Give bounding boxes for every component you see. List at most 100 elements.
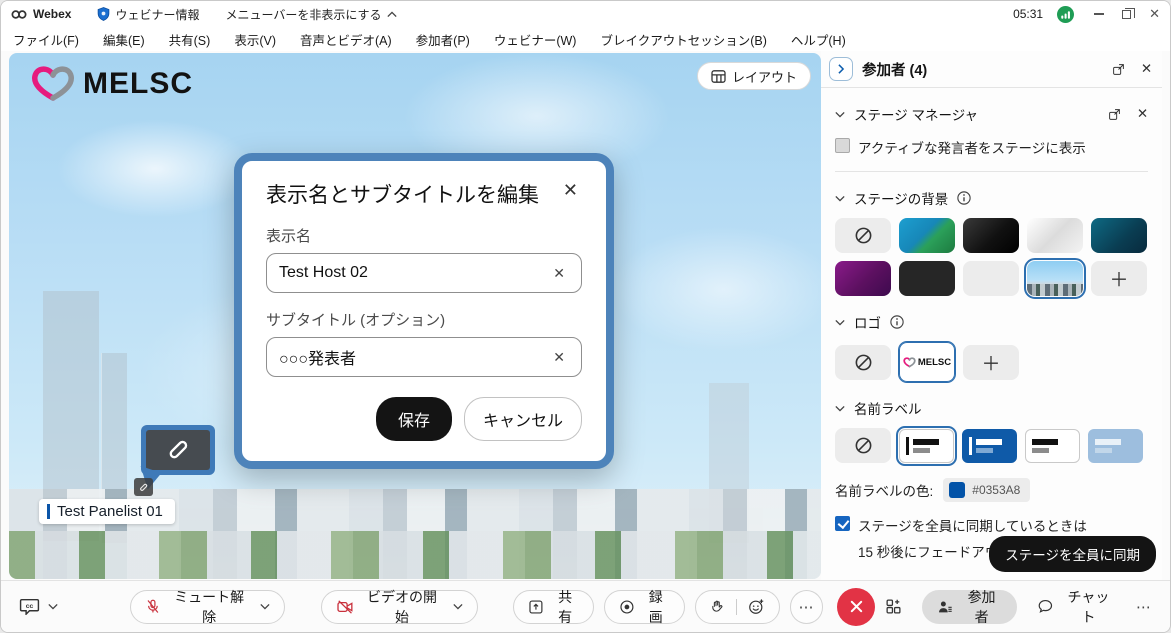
webex-window: Webex ウェビナー情報 メニューバーを非表示にする 05:31 ✕ ファイル…	[0, 0, 1171, 633]
menu-help[interactable]: ヘルプ(H)	[791, 30, 846, 49]
menu-audio-video[interactable]: 音声とビデオ(A)	[300, 30, 392, 49]
chevron-down-icon	[835, 405, 845, 412]
logo-option-melsc-selected[interactable]: MELSC	[899, 342, 955, 382]
background-option-green-gradient[interactable]	[899, 218, 955, 253]
reactions-group	[695, 590, 780, 624]
background-section-header[interactable]: ステージの背景	[835, 188, 1148, 208]
reactions-smiley-icon[interactable]	[748, 598, 765, 615]
leave-meeting-button[interactable]	[837, 588, 875, 626]
cancel-button[interactable]: キャンセル	[464, 397, 582, 441]
name-label-accent-bar	[47, 504, 50, 519]
name-label-option-blue-bar[interactable]	[962, 429, 1017, 463]
connection-quality-icon[interactable]	[1057, 6, 1074, 23]
menu-webinar[interactable]: ウェビナー(W)	[494, 30, 577, 49]
logo-option-none[interactable]	[835, 345, 891, 380]
raise-hand-icon[interactable]	[710, 599, 725, 615]
menu-share[interactable]: 共有(S)	[169, 30, 211, 49]
add-logo-button[interactable]: ＋	[963, 345, 1019, 380]
record-label: 録画	[642, 587, 670, 627]
background-option-light-gray[interactable]	[963, 261, 1019, 296]
layout-button[interactable]: レイアウト	[697, 62, 811, 90]
subtitle-input[interactable]	[279, 348, 549, 366]
edit-name-callout[interactable]	[141, 425, 215, 475]
name-label-section-header[interactable]: 名前ラベル	[835, 398, 1148, 418]
stage-video-area: MELSC レイアウト 表示名とサブタイトルを編集 ✕ 表示名 ✕ サブタイトル…	[9, 53, 821, 579]
hide-menubar-button[interactable]: メニューバーを非表示にする	[225, 6, 396, 23]
close-window-button[interactable]: ✕	[1149, 6, 1160, 22]
menu-file[interactable]: ファイル(F)	[13, 30, 79, 49]
unmute-button[interactable]: ミュート解除	[130, 590, 285, 624]
name-label-option-translucent[interactable]	[1088, 429, 1143, 463]
sync-fade-line1: ステージを全員に同期しているときは	[858, 515, 1087, 535]
stage-brand-text: MELSC	[83, 67, 193, 101]
popout-panel-icon[interactable]	[1112, 63, 1125, 76]
background-option-cityscape-selected[interactable]	[1027, 261, 1083, 296]
close-panel-icon[interactable]: ✕	[1141, 61, 1152, 77]
name-label-option-light-no-bar[interactable]	[1025, 429, 1080, 463]
display-name-input[interactable]	[279, 264, 549, 282]
active-speaker-checkbox[interactable]	[835, 138, 850, 153]
sync-stage-button[interactable]: ステージを全員に同期	[989, 536, 1156, 572]
minimize-button[interactable]	[1094, 13, 1104, 15]
control-toolbar: cc ミュート解除 ビデオの開始 共有 録画	[1, 580, 1170, 632]
camera-off-icon	[336, 599, 354, 615]
logo-options-row: MELSC ＋	[835, 342, 1148, 382]
apps-button[interactable]	[885, 598, 902, 615]
chevron-down-icon	[48, 603, 58, 610]
popout-stage-manager-icon[interactable]	[1108, 108, 1121, 121]
menu-view[interactable]: 表示(V)	[234, 30, 276, 49]
menu-breakout[interactable]: ブレイクアウトセッション(B)	[600, 30, 766, 49]
layout-button-label: レイアウト	[732, 67, 797, 86]
color-hex-value: #0353A8	[972, 483, 1020, 497]
closed-captions-button[interactable]: cc	[19, 598, 58, 615]
webex-logo-icon	[11, 9, 27, 20]
more-options-button[interactable]: ⋯	[790, 590, 824, 624]
participants-toggle-button[interactable]: 参加者	[922, 590, 1017, 624]
chat-button[interactable]: チャット	[1037, 587, 1116, 627]
stage-manager-header[interactable]: ステージ マネージャ ✕	[835, 104, 1148, 124]
webex-app-name: Webex	[33, 7, 71, 21]
name-label-option-none[interactable]	[835, 428, 891, 463]
background-option-teal-gradient[interactable]	[1091, 218, 1147, 253]
close-stage-manager-icon[interactable]: ✕	[1137, 106, 1148, 122]
subtitle-field-wrap: ✕	[266, 337, 582, 377]
name-label-option-light-bar-selected[interactable]	[899, 429, 954, 463]
record-button[interactable]: 録画	[604, 590, 685, 624]
melsc-heart-icon	[903, 357, 916, 368]
save-button[interactable]: 保存	[376, 397, 452, 441]
name-label-options-row	[835, 428, 1148, 463]
background-option-none[interactable]	[835, 218, 891, 253]
info-icon[interactable]	[890, 315, 904, 329]
dialog-title: 表示名とサブタイトルを編集	[266, 179, 539, 209]
chevron-down-icon	[835, 111, 845, 118]
more-options-icon: ⋯	[799, 598, 815, 616]
more-panels-button[interactable]: ⋯	[1136, 598, 1152, 616]
active-speaker-checkbox-row[interactable]: アクティブな発言者をステージに表示	[835, 137, 1148, 157]
menu-participants[interactable]: 参加者(P)	[416, 30, 470, 49]
participants-panel: 参加者 (4) ✕ ステージ マネージャ ✕	[821, 51, 1162, 580]
name-label-color-picker[interactable]: #0353A8	[943, 478, 1030, 502]
clear-subtitle-icon[interactable]: ✕	[549, 347, 569, 368]
menu-edit[interactable]: 編集(E)	[103, 30, 145, 49]
close-x-icon	[849, 599, 864, 614]
collapse-panel-button[interactable]	[829, 57, 853, 81]
logo-section-header[interactable]: ロゴ	[835, 312, 1148, 332]
add-background-button[interactable]: ＋	[1091, 261, 1147, 296]
restore-window-button[interactable]	[1122, 10, 1131, 19]
start-video-button[interactable]: ビデオの開始	[321, 590, 478, 624]
background-option-dark-gray[interactable]	[899, 261, 955, 296]
clear-display-name-icon[interactable]: ✕	[549, 263, 569, 284]
melsc-heart-icon	[31, 65, 75, 103]
participants-icon	[937, 599, 954, 615]
webinar-info-button[interactable]: ウェビナー情報	[97, 6, 199, 23]
block-icon	[854, 436, 873, 455]
share-button[interactable]: 共有	[513, 590, 594, 624]
plus-icon: ＋	[1109, 265, 1128, 292]
dialog-close-icon[interactable]: ✕	[559, 179, 582, 201]
background-option-white-gradient[interactable]	[1027, 218, 1083, 253]
info-icon[interactable]	[957, 191, 971, 205]
background-option-black-gradient[interactable]	[963, 218, 1019, 253]
edit-name-button[interactable]	[134, 478, 153, 496]
background-option-purple-gradient[interactable]	[835, 261, 891, 296]
sync-fade-checkbox[interactable]	[835, 516, 850, 531]
